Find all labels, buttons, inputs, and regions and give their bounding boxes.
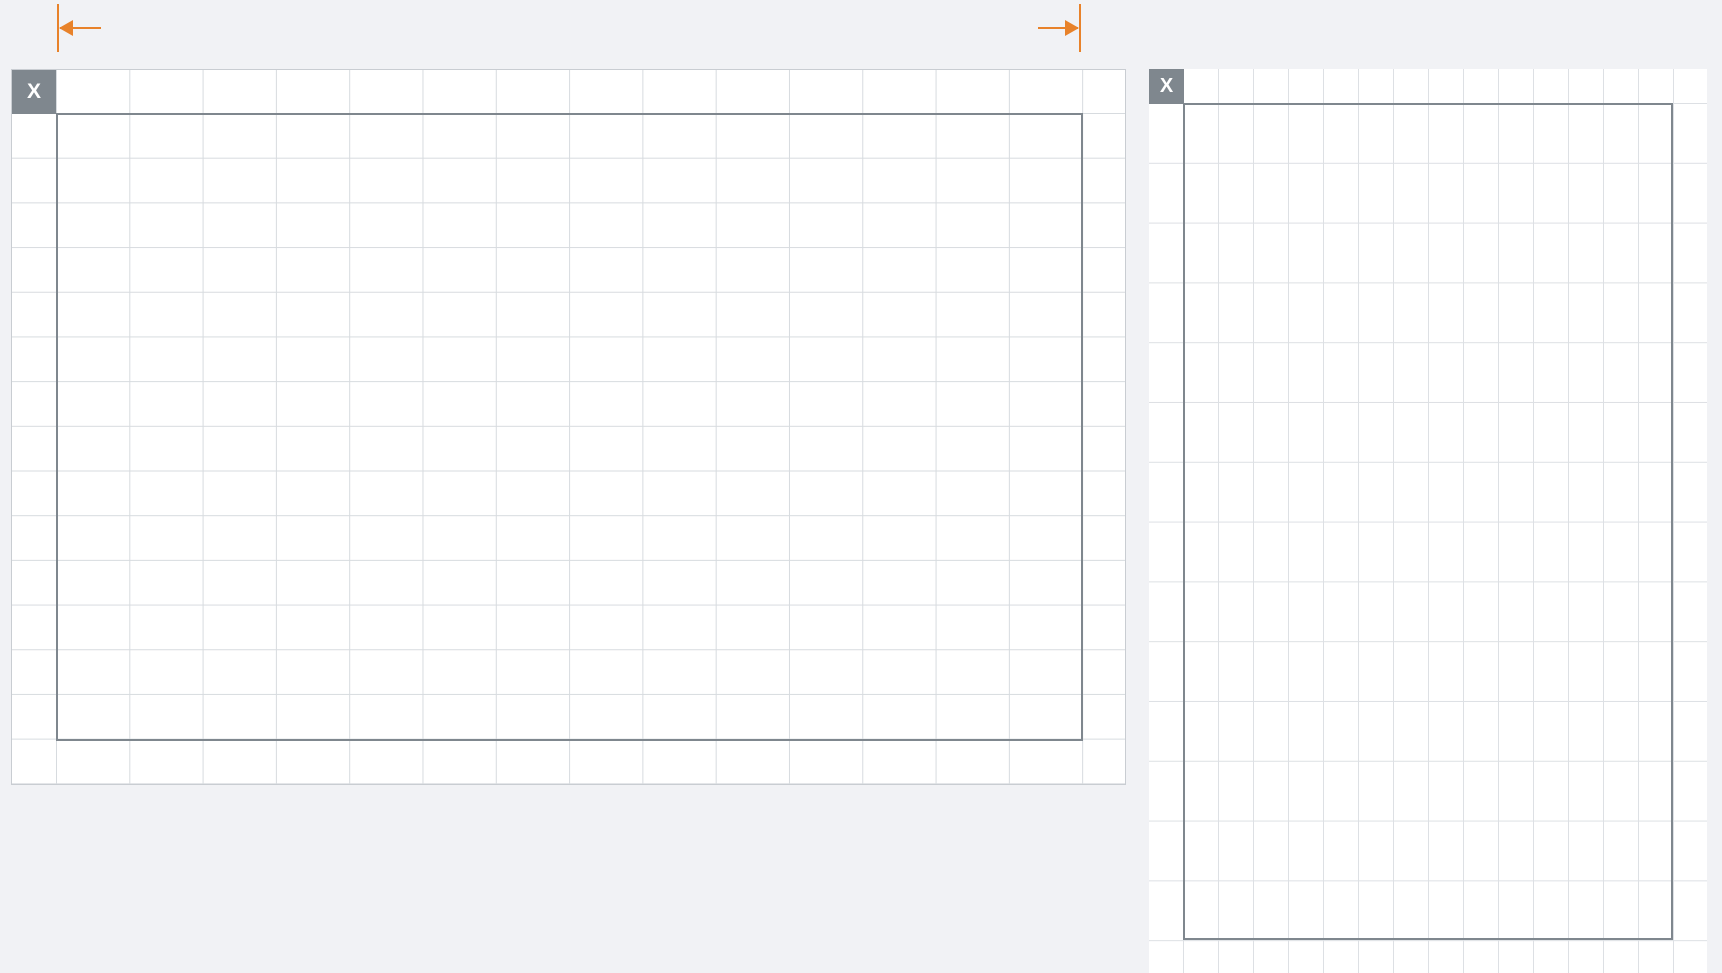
left-arrow-icon bbox=[59, 20, 101, 36]
portrait-grid-panel: X bbox=[1149, 69, 1707, 973]
corner-label-left: X bbox=[26, 80, 41, 103]
landscape-grid-panel: X bbox=[11, 69, 1126, 785]
portrait-frame bbox=[1183, 103, 1673, 940]
diagram-stage: X X bbox=[0, 0, 1722, 973]
corner-marker-right: X bbox=[1149, 69, 1184, 104]
right-extent-marker bbox=[1038, 4, 1081, 52]
landscape-frame bbox=[56, 113, 1083, 741]
corner-marker-left: X bbox=[12, 70, 56, 114]
left-extent-marker bbox=[57, 4, 101, 52]
right-arrow-icon bbox=[1038, 20, 1079, 36]
width-dimension-indicator bbox=[57, 4, 1081, 52]
corner-label-right: X bbox=[1159, 75, 1174, 97]
